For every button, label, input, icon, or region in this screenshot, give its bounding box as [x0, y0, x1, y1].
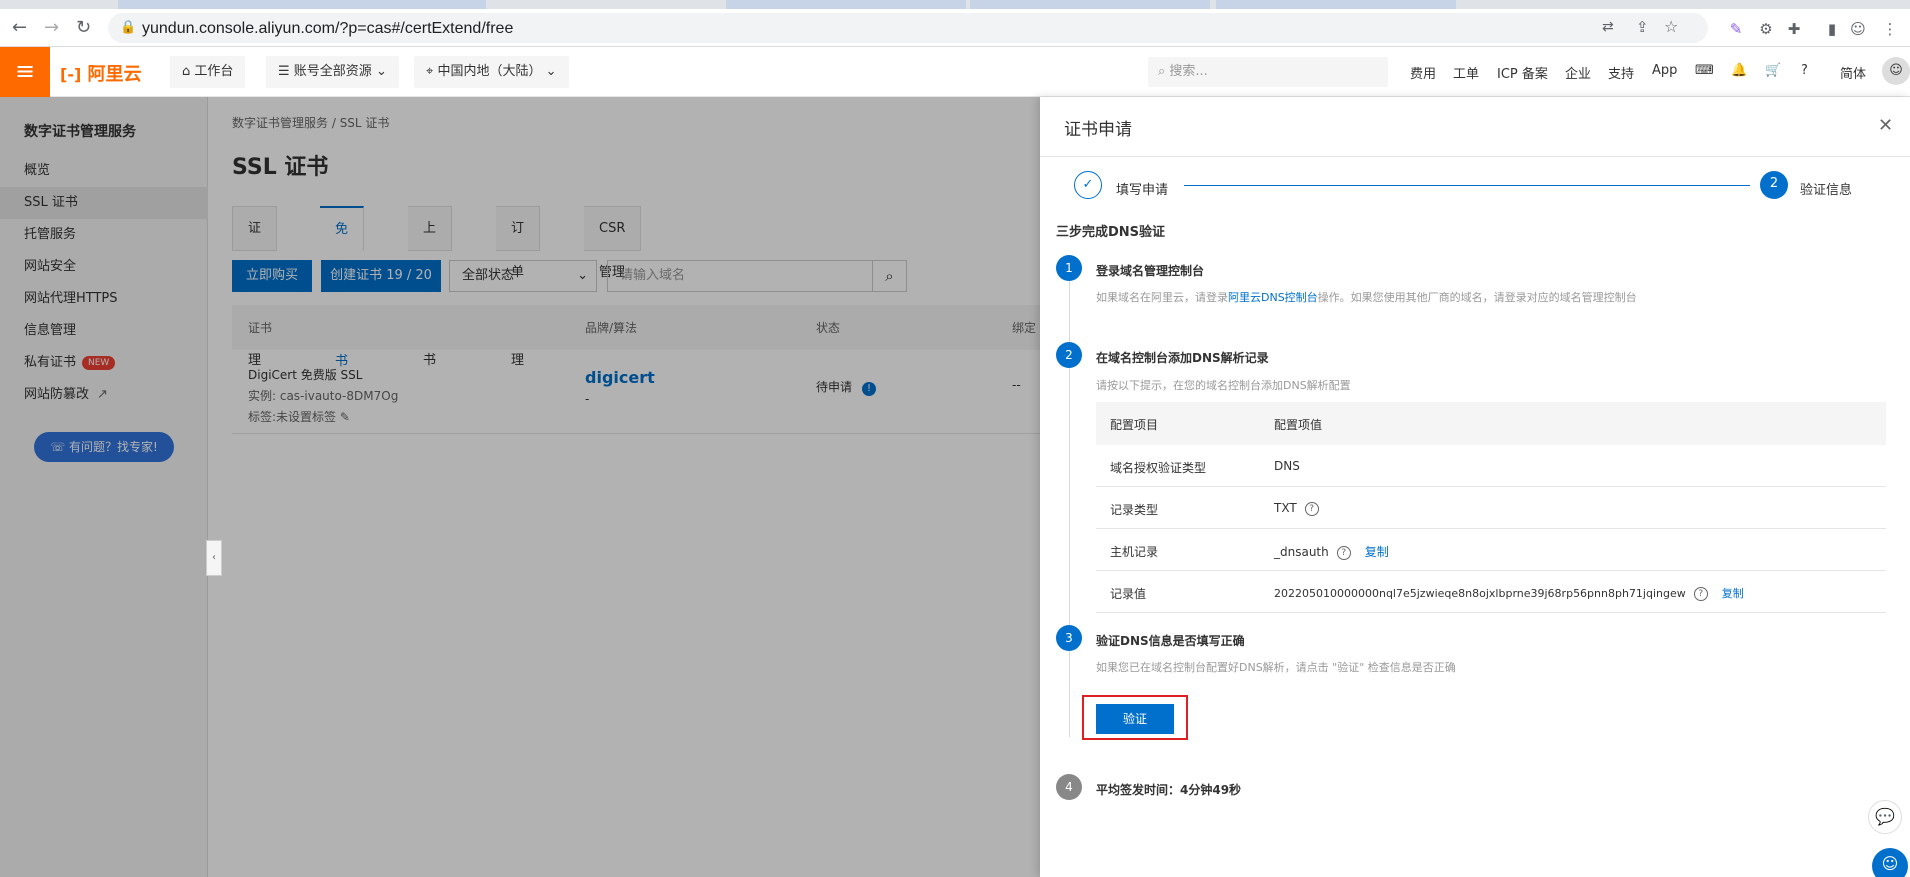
table-row: 记录类型 TXT? — [1096, 487, 1886, 529]
step-number: 4 — [1056, 774, 1082, 800]
issue-time: 平均签发时间：4分钟49秒 — [1096, 783, 1242, 797]
profile-avatar-icon[interactable]: ☺ — [1848, 19, 1868, 39]
row-value-cell: 202205010000000nql7e5jzwieqe8n8ojxlbprne… — [1274, 587, 1744, 601]
sidebar-collapse-icon[interactable]: ‹ — [206, 540, 222, 576]
language-switch[interactable]: 简体 — [1840, 63, 1866, 82]
float-help-icon[interactable]: ☺ — [1872, 848, 1908, 877]
help-icon[interactable]: ? — [1336, 545, 1351, 560]
extension-pen-icon[interactable]: ✎ — [1726, 19, 1746, 39]
cert-apply-drawer: 证书申请 ✕ ✓ 填写申请 2 验证信息 三步完成DNS验证 1 登录域名管理控… — [1040, 97, 1910, 877]
row-key: 主机记录 — [1110, 545, 1159, 559]
browser-tab[interactable] — [118, 0, 486, 9]
column-header: 配置项值 — [1274, 418, 1323, 432]
row-value-cell: TXT? — [1274, 501, 1319, 516]
row-key: 记录类型 — [1110, 503, 1159, 517]
row-value: DNS — [1274, 459, 1300, 473]
step-connector — [1184, 185, 1750, 186]
notification-bell-icon[interactable]: 🔔 — [1731, 63, 1747, 78]
browser-toolbar: ← → ↻ 🔒 yundun.console.aliyun.com/?p=cas… — [0, 9, 1910, 47]
location-pin-icon: ⌖ — [426, 64, 438, 79]
drawer-title: 证书申请 — [1064, 120, 1132, 140]
step-number: 1 — [1056, 255, 1082, 281]
dns-console-link[interactable]: 阿里云DNS控制台 — [1228, 291, 1318, 304]
browser-tab[interactable] — [970, 0, 1210, 9]
global-search-input[interactable]: ⌕ 搜索... — [1148, 57, 1388, 87]
divider — [1040, 156, 1910, 157]
reload-icon[interactable]: ↻ — [76, 18, 91, 38]
close-icon[interactable]: ✕ — [1878, 115, 1893, 136]
workbench-button[interactable]: ⌂ 工作台 — [170, 56, 246, 88]
aliyun-logo[interactable]: [-] 阿里云 — [60, 60, 142, 86]
region-selector[interactable]: ⌖ 中国内地（大陆） ⌄ — [414, 56, 569, 88]
back-icon[interactable]: ← — [12, 18, 27, 38]
lock-icon: 🔒 — [120, 20, 137, 35]
browser-tab[interactable] — [726, 0, 966, 9]
step1-title: 登录域名管理控制台 — [1096, 264, 1205, 278]
chevron-down-icon: ⌄ — [371, 64, 387, 79]
copy-value-button[interactable]: 复制 — [1722, 587, 1744, 600]
step3-title: 验证DNS信息是否填写正确 — [1096, 634, 1245, 648]
step-number: 2 — [1760, 171, 1788, 199]
nav-app[interactable]: App — [1652, 63, 1677, 78]
verify-button[interactable]: 验证 — [1096, 704, 1174, 734]
step2-title: 在域名控制台添加DNS解析记录 — [1096, 351, 1269, 365]
search-icon: ⌕ — [1158, 64, 1170, 79]
column-header: 配置项目 — [1110, 418, 1159, 432]
table-row: 主机记录 _dnsauth? 复制 — [1096, 529, 1886, 571]
extension-icon[interactable]: ⚙ — [1756, 19, 1776, 39]
help-icon[interactable]: ? — [1693, 587, 1708, 601]
step-number: 3 — [1056, 625, 1082, 651]
help-icon[interactable]: ? — [1304, 501, 1319, 516]
step-verify-info: 验证信息 — [1800, 183, 1853, 198]
list-icon: ☰ — [278, 64, 294, 79]
nav-billing[interactable]: 费用 — [1410, 63, 1436, 82]
dns-record-table: 配置项目 配置项值 域名授权验证类型 DNS 记录类型 TXT? 主机记录 _d… — [1096, 402, 1886, 617]
nav-icp[interactable]: ICP 备案 — [1497, 63, 1548, 82]
cart-icon[interactable]: 🛒 — [1765, 63, 1781, 78]
share-icon[interactable]: ⇪ — [1636, 18, 1649, 36]
nav-tickets[interactable]: 工单 — [1453, 63, 1479, 82]
extensions-puzzle-icon[interactable]: ✚ — [1784, 19, 1804, 39]
step2-desc: 请按以下提示，在您的域名控制台添加DNS解析配置 — [1096, 379, 1351, 392]
step3-desc: 如果您已在域名控制台配置好DNS解析，请点击 "验证" 检查信息是否正确 — [1096, 661, 1456, 674]
url-text: yundun.console.aliyun.com/?p=cas#/certEx… — [142, 20, 514, 37]
step-timeline — [1069, 267, 1070, 737]
row-key: 记录值 — [1110, 587, 1147, 601]
terminal-icon[interactable]: ⌨ — [1695, 63, 1714, 78]
nav-support[interactable]: 支持 — [1608, 63, 1634, 82]
menu-icon[interactable]: ≡ — [0, 47, 50, 97]
step-number: 2 — [1056, 342, 1082, 368]
sidebar-icon[interactable]: ▮ — [1822, 19, 1842, 39]
step-fill-application: 填写申请 — [1116, 183, 1169, 198]
dns-section-title: 三步完成DNS验证 — [1056, 225, 1166, 240]
user-avatar[interactable]: ☺ — [1882, 57, 1910, 85]
home-icon: ⌂ — [182, 64, 195, 79]
table-header: 配置项目 配置项值 — [1096, 402, 1886, 445]
check-icon: ✓ — [1074, 171, 1102, 199]
address-bar[interactable]: 🔒 yundun.console.aliyun.com/?p=cas#/cert… — [108, 13, 1708, 43]
copy-host-button[interactable]: 复制 — [1365, 545, 1389, 559]
help-icon[interactable]: ? — [1801, 63, 1808, 78]
browser-tab-strip — [0, 0, 1910, 9]
modal-mask[interactable] — [0, 97, 1040, 877]
browser-menu-icon[interactable]: ⋮ — [1880, 19, 1900, 39]
console-header: ≡ [-] 阿里云 ⌂ 工作台 ☰ 账号全部资源 ⌄ ⌖ 中国内地（大陆） ⌄ … — [0, 47, 1910, 97]
step1-desc: 如果域名在阿里云，请登录阿里云DNS控制台操作。如果您使用其他厂商的域名，请登录… — [1096, 291, 1637, 304]
row-value-cell: _dnsauth? 复制 — [1274, 545, 1389, 560]
forward-icon[interactable]: → — [44, 18, 59, 38]
chat-icon[interactable]: 💬 — [1868, 800, 1902, 834]
table-row: 域名授权验证类型 DNS — [1096, 445, 1886, 487]
resource-selector[interactable]: ☰ 账号全部资源 ⌄ — [266, 56, 399, 88]
row-key: 域名授权验证类型 — [1110, 461, 1207, 475]
translate-icon[interactable]: ⇄ — [1602, 19, 1614, 35]
browser-tab[interactable] — [1216, 0, 1456, 9]
chevron-down-icon: ⌄ — [541, 64, 557, 79]
table-row: 记录值 202205010000000nql7e5jzwieqe8n8ojxlb… — [1096, 571, 1886, 613]
nav-enterprise[interactable]: 企业 — [1565, 63, 1591, 82]
bookmark-star-icon[interactable]: ☆ — [1664, 17, 1678, 36]
